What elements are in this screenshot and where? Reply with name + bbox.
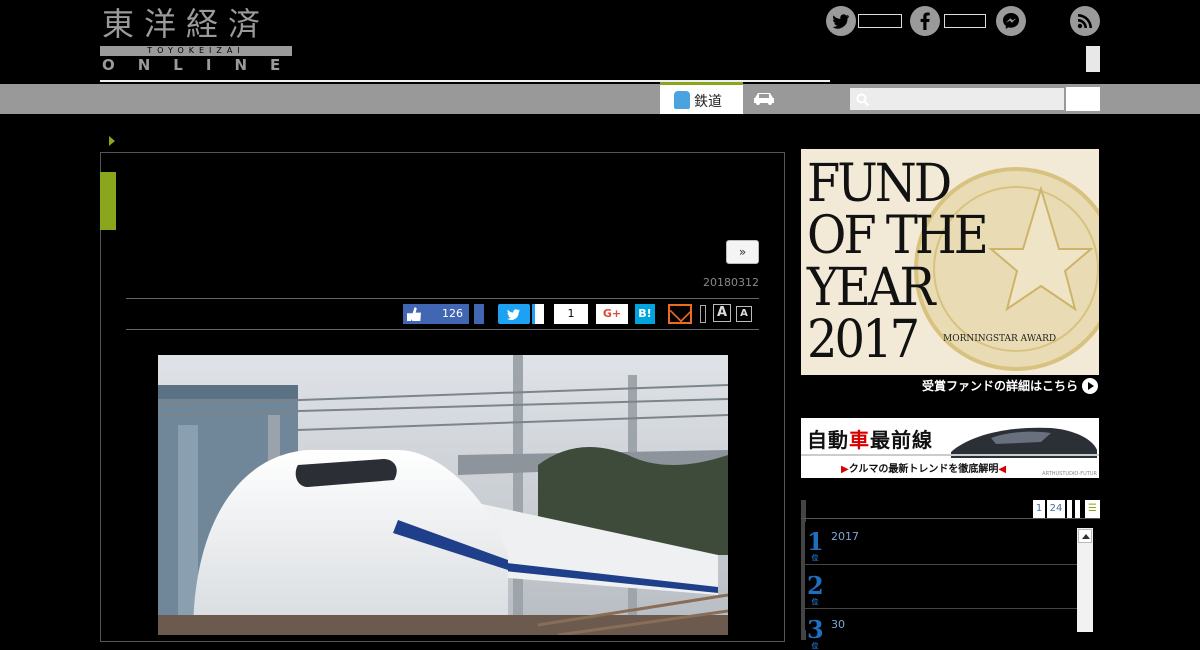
search-icon [856,92,870,107]
tweet-button[interactable] [498,304,530,324]
mail-icon[interactable] [668,304,692,324]
site-logo[interactable]: 東洋経済 TOYOKEIZAI ONLINE [100,5,304,74]
search-button[interactable] [1066,87,1100,111]
share-bar-top-divider [126,298,759,299]
left-arrow-icon: ◀ [998,464,1007,475]
facebook-like-button[interactable]: 126 [403,304,469,324]
right-arrow-icon: ▶ [841,464,849,475]
rank-title-3[interactable]: 30 [831,618,845,631]
twitter-icon[interactable] [826,6,856,36]
logo-online: ONLINE [102,56,304,74]
rank-divider [805,564,1077,565]
tab-rail[interactable]: 鉄道 [660,82,743,114]
fund-banner-line2: OF THE [807,204,989,267]
car-icon [754,93,774,105]
hatena-bookmark-button[interactable]: B! [635,304,655,324]
rank-divider [805,608,1077,609]
car-banner-divider [801,454,1099,456]
fund-details-link-label: 受賞ファンドの詳細はこちら [921,379,1078,393]
ranking-tab-4[interactable] [1075,500,1080,518]
ranking-tab-1[interactable]: 1 [1033,500,1045,518]
twitter-count-box [858,14,902,28]
tab-rail-label: 鉄道 [694,94,722,110]
breadcrumb-arrow-icon [109,136,115,146]
facebook-share-button[interactable] [474,304,484,324]
play-arrow-icon [1082,378,1098,394]
car-banner-credit: ARTHUSTUDIO-FUTUR [1042,471,1097,477]
rss-icon[interactable] [1070,6,1100,36]
tab-car[interactable] [752,90,776,106]
ranking-divider [801,518,1100,519]
font-size-large-button[interactable]: A [713,304,731,322]
thumbs-up-icon [407,307,421,321]
header-side-button[interactable] [1086,46,1100,72]
rank-number-2: 2位 [807,571,824,606]
ranking-scrollbar[interactable] [1077,528,1093,632]
ranking-list: 1位 2017 2位 3位 30 [805,522,1077,649]
facebook-icon[interactable] [910,6,940,36]
fund-details-link[interactable]: 受賞ファンドの詳細はこちら [870,378,1100,394]
car-banner-subtitle: ▶クルマの最新トレンドを徹底解明◀ [841,464,1007,475]
car-banner-title: 自動車最前線 [807,428,933,452]
car-frontline-banner[interactable]: 自動車最前線 ▶クルマの最新トレンドを徹底解明◀ ARTHUSTUDIO-FUT… [801,418,1099,478]
google-plus-button[interactable]: G+ [596,304,628,324]
next-page-button[interactable]: » [726,240,759,264]
pocket-count[interactable]: 1 [554,304,588,324]
rank-title-1[interactable]: 2017 [831,530,859,543]
train-icon [674,91,690,109]
fund-banner-line1: FUND [807,152,952,215]
fund-banner-award: MORNINGSTAR AWARD [943,334,1057,344]
article-date: 20180312 [703,276,759,289]
tweet-count-box [532,304,544,324]
article-title-accent [100,172,116,230]
article-photo-shinkansen [158,355,728,635]
twitter-bird-icon [507,309,520,321]
share-bar-bottom-divider [126,329,759,330]
facebook-like-count: 126 [442,307,463,320]
ranking-tab-3[interactable] [1067,500,1072,518]
messenger-icon[interactable] [996,6,1026,36]
rank-number-3: 3位 [807,615,824,650]
fund-banner-line4: 2017 [807,308,920,371]
rank-number-1: 1位 [807,527,824,562]
fund-of-the-year-banner[interactable]: FUND OF THE YEAR 2017 MORNINGSTAR AWARD [801,149,1099,375]
search-input[interactable] [850,88,1064,110]
logo-kanji: 東洋経済 [102,5,271,43]
fund-banner-line3: YEAR [807,256,936,319]
facebook-count-box [944,14,986,28]
logo-romaji: TOYOKEIZAI [100,46,292,56]
ranking-tab-24[interactable]: 24 [1047,500,1065,518]
print-button[interactable] [700,305,706,323]
ranking-tab-more[interactable]: ☰ [1085,500,1100,518]
scroll-up-button[interactable] [1078,529,1092,543]
font-size-small-button[interactable]: A [736,306,752,322]
